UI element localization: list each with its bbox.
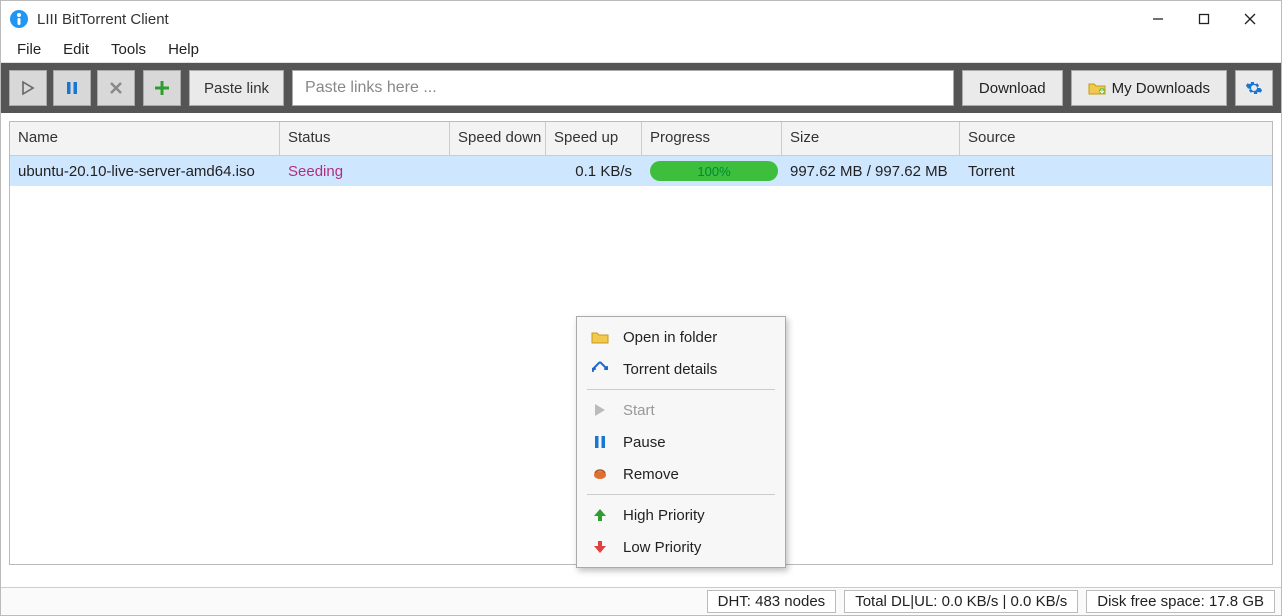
cm-start-label: Start xyxy=(623,402,655,419)
col-header-name[interactable]: Name xyxy=(10,122,280,155)
progress-bar: 100% xyxy=(650,161,778,181)
menubar: File Edit Tools Help xyxy=(1,37,1281,63)
remove-icon xyxy=(591,465,609,483)
play-icon xyxy=(591,401,609,419)
menu-file[interactable]: File xyxy=(7,38,51,61)
settings-button[interactable] xyxy=(1235,70,1273,106)
col-header-speed-down[interactable]: Speed down xyxy=(450,122,546,155)
col-header-speed-up[interactable]: Speed up xyxy=(546,122,642,155)
arrow-down-icon xyxy=(591,538,609,556)
toolbar: Paste link Download My Downloads xyxy=(1,63,1281,113)
titlebar: LIII BitTorrent Client xyxy=(1,1,1281,37)
cm-separator xyxy=(587,389,775,390)
cm-high-priority[interactable]: High Priority xyxy=(577,499,785,531)
cm-remove-label: Remove xyxy=(623,466,679,483)
minimize-button[interactable] xyxy=(1135,3,1181,35)
cm-start[interactable]: Start xyxy=(577,394,785,426)
cell-size: 997.62 MB / 997.62 MB xyxy=(782,159,960,184)
cell-status: Seeding xyxy=(280,159,450,184)
torrent-table: Name Status Speed down Speed up Progress… xyxy=(9,121,1273,565)
cell-name: ubuntu-20.10-live-server-amd64.iso xyxy=(10,159,280,184)
my-downloads-label: My Downloads xyxy=(1112,80,1210,97)
cm-high-priority-label: High Priority xyxy=(623,507,705,524)
cm-low-priority-label: Low Priority xyxy=(623,539,701,556)
context-menu: Open in folder Torrent details Start Pau… xyxy=(576,316,786,568)
plus-icon xyxy=(153,79,171,97)
maximize-button[interactable] xyxy=(1181,3,1227,35)
add-button[interactable] xyxy=(143,70,181,106)
col-header-size[interactable]: Size xyxy=(782,122,960,155)
cm-torrent-details-label: Torrent details xyxy=(623,361,717,378)
pause-button[interactable] xyxy=(53,70,91,106)
cm-torrent-details[interactable]: Torrent details xyxy=(577,353,785,385)
my-downloads-button[interactable]: My Downloads xyxy=(1071,70,1227,106)
col-header-progress[interactable]: Progress xyxy=(642,122,782,155)
statusbar: DHT: 483 nodes Total DL|UL: 0.0 KB/s | 0… xyxy=(1,587,1281,615)
pause-icon xyxy=(64,80,80,96)
col-header-status[interactable]: Status xyxy=(280,122,450,155)
arrow-up-icon xyxy=(591,506,609,524)
cell-speed-down xyxy=(450,167,546,175)
cm-open-in-folder-label: Open in folder xyxy=(623,329,717,346)
download-button[interactable]: Download xyxy=(962,70,1063,106)
folder-icon xyxy=(1088,81,1106,95)
cell-source: Torrent xyxy=(960,159,1272,184)
status-total: Total DL|UL: 0.0 KB/s | 0.0 KB/s xyxy=(844,590,1078,613)
x-icon xyxy=(108,80,124,96)
cm-remove[interactable]: Remove xyxy=(577,458,785,490)
menu-tools[interactable]: Tools xyxy=(101,38,156,61)
progress-label: 100% xyxy=(650,161,778,181)
table-row[interactable]: ubuntu-20.10-live-server-amd64.iso Seedi… xyxy=(10,156,1272,186)
cm-pause[interactable]: Pause xyxy=(577,426,785,458)
col-header-source[interactable]: Source xyxy=(960,122,1272,155)
pause-icon xyxy=(591,433,609,451)
app-icon xyxy=(9,9,29,29)
start-button[interactable] xyxy=(9,70,47,106)
play-icon xyxy=(20,80,36,96)
cm-separator xyxy=(587,494,775,495)
details-icon xyxy=(591,360,609,378)
gear-icon xyxy=(1245,79,1263,97)
menu-edit[interactable]: Edit xyxy=(53,38,99,61)
status-disk: Disk free space: 17.8 GB xyxy=(1086,590,1275,613)
close-button[interactable] xyxy=(1227,3,1273,35)
stop-button[interactable] xyxy=(97,70,135,106)
paste-link-button[interactable]: Paste link xyxy=(189,70,284,106)
cell-speed-up: 0.1 KB/s xyxy=(546,159,642,184)
cell-progress: 100% xyxy=(642,157,782,185)
paste-links-input[interactable] xyxy=(292,70,954,106)
table-header: Name Status Speed down Speed up Progress… xyxy=(10,122,1272,156)
cm-low-priority[interactable]: Low Priority xyxy=(577,531,785,563)
cm-open-in-folder[interactable]: Open in folder xyxy=(577,321,785,353)
cm-pause-label: Pause xyxy=(623,434,666,451)
status-dht: DHT: 483 nodes xyxy=(707,590,837,613)
open-folder-icon xyxy=(591,328,609,346)
window-title: LIII BitTorrent Client xyxy=(37,11,169,28)
menu-help[interactable]: Help xyxy=(158,38,209,61)
